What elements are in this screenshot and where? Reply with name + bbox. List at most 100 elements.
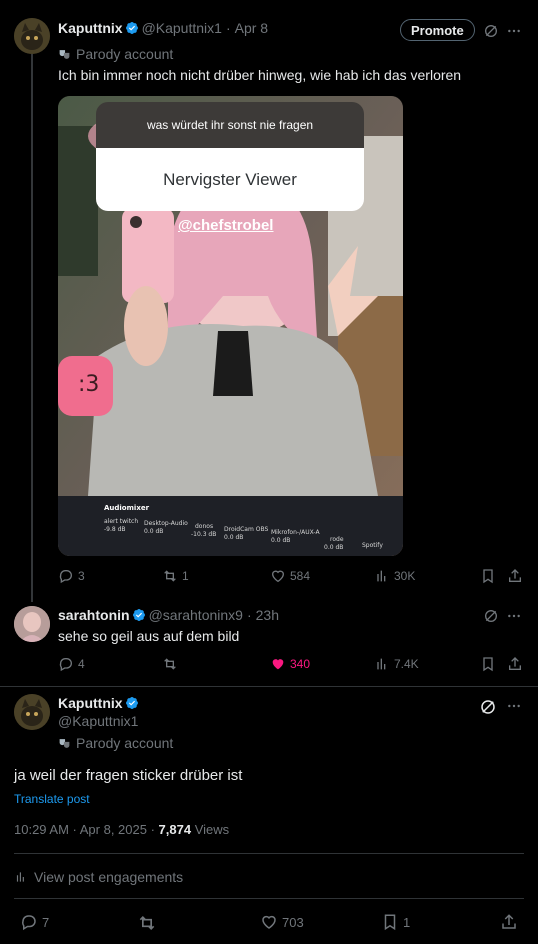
repost-button[interactable] [162, 656, 178, 672]
thread-connector [31, 54, 33, 602]
repost-button[interactable]: 1 [162, 568, 189, 584]
repost-icon [164, 658, 176, 670]
avatar[interactable] [14, 694, 50, 730]
share-icon[interactable] [507, 568, 523, 584]
bookmark-icon [384, 914, 396, 931]
post-meta: 10:29 AM · Apr 8, 2025 · 7,874 Views [14, 822, 229, 837]
handle[interactable]: @sarahtoninx9 [149, 607, 243, 623]
post-text: ja weil der fragen sticker drüber ist [14, 767, 243, 784]
display-name[interactable]: Kaputtnix [58, 695, 123, 711]
reply-icon [59, 570, 72, 584]
mixer-level: -10.3 dB [191, 531, 217, 538]
more-options-icon[interactable] [506, 698, 522, 714]
cat-avatar-icon [14, 694, 50, 730]
bookmark-icon[interactable] [480, 656, 496, 672]
verified-badge-icon [125, 697, 138, 709]
like-button[interactable]: 340 [270, 656, 310, 672]
heart-icon [271, 570, 285, 583]
separator: · [246, 607, 252, 623]
views-count: 7,874 [158, 822, 192, 837]
analytics-icon [16, 872, 24, 882]
view-count: 7.4K [394, 657, 419, 671]
post-datetime[interactable]: 10:29 AM · Apr 8, 2025 · [14, 822, 159, 837]
post-image[interactable]: :3 was würdet ihr sonst nie fragen Nervi… [58, 96, 403, 556]
share-icon[interactable] [507, 656, 523, 672]
heart-filled-icon [272, 659, 284, 670]
divider [14, 898, 524, 899]
theater-masks-icon [59, 49, 70, 59]
bookmark-button[interactable]: 1 [381, 913, 410, 931]
translate-link[interactable]: Translate post [14, 792, 90, 806]
svg-text::3: :3 [78, 372, 99, 397]
reply-icon [59, 658, 72, 672]
parody-label: Parody account [76, 46, 174, 62]
reply-icon [22, 915, 36, 931]
analytics-icon [377, 658, 386, 670]
timestamp[interactable]: 23h [256, 607, 279, 623]
parody-label: Parody account [76, 735, 174, 751]
mixer-level: 0.0 dB [271, 537, 291, 544]
share-icon[interactable] [500, 913, 518, 931]
engagements-label: View post engagements [34, 869, 184, 885]
mixer-level: 0.0 dB [224, 534, 244, 541]
bookmark-icon[interactable] [480, 568, 496, 584]
user-avatar-icon [14, 606, 50, 642]
post3-name-row: Kaputtnix [58, 695, 142, 711]
timestamp[interactable]: Apr 8 [235, 20, 268, 36]
mention-tag: @chefstrobel [178, 217, 274, 234]
promote-button[interactable]: Promote [400, 19, 475, 41]
divider [14, 853, 524, 854]
views-button[interactable]: 30K [374, 568, 415, 584]
repost-icon [164, 570, 176, 582]
post-text: Ich bin immer noch nicht drüber hinweg, … [58, 67, 462, 83]
reply-button[interactable]: 4 [58, 656, 85, 672]
like-count: 703 [282, 914, 304, 930]
audio-mixer: Audiomixer alert twitch -9.8 dB Desktop-… [58, 500, 403, 556]
like-count: 340 [290, 657, 311, 671]
handle[interactable]: @Kaputtnix1 [142, 20, 222, 36]
question-sticker: was würdet ihr sonst nie fragen Nervigst… [96, 102, 364, 211]
reply-count: 3 [78, 569, 85, 583]
view-count: 30K [394, 569, 416, 583]
mixer-level: 0.0 dB [324, 544, 344, 551]
mixer-channel: Spotify [362, 542, 383, 549]
analytics-icon [377, 570, 386, 582]
parody-label-row: Parody account [58, 735, 173, 751]
like-button[interactable]: 584 [270, 568, 310, 584]
heart-icon [262, 915, 276, 929]
post2-header: sarahtonin @sarahtoninx9 · 23h [58, 607, 279, 623]
cat-avatar-icon [14, 18, 50, 54]
handle[interactable]: @Kaputtnix1 [58, 713, 138, 729]
avatar[interactable] [14, 606, 50, 642]
mixer-channel: Desktop-Audio [144, 520, 188, 527]
sticker-answer: Nervigster Viewer [96, 148, 364, 211]
more-options-icon[interactable] [506, 608, 522, 624]
mixer-level: -9.8 dB [104, 526, 126, 533]
bookmark-count: 1 [403, 914, 411, 930]
grok-icon[interactable] [483, 608, 499, 624]
display-name[interactable]: Kaputtnix [58, 20, 123, 36]
grok-icon[interactable] [483, 23, 499, 39]
repost-count: 1 [182, 569, 189, 583]
reply-button[interactable]: 7 [20, 913, 49, 931]
separator: · [225, 20, 231, 36]
reply-button[interactable]: 3 [58, 568, 85, 584]
sticker-question: was würdet ihr sonst nie fragen [96, 102, 364, 148]
repost-icon [139, 915, 155, 931]
mixer-channel: alert twitch [104, 518, 139, 525]
verified-badge-icon [132, 609, 145, 621]
display-name[interactable]: sarahtonin [58, 607, 130, 623]
more-options-icon[interactable] [506, 23, 522, 39]
avatar[interactable] [14, 18, 50, 54]
repost-button[interactable] [137, 913, 157, 933]
reply-count: 4 [78, 657, 85, 671]
grok-icon[interactable] [479, 698, 497, 716]
like-button[interactable]: 703 [260, 913, 304, 931]
verified-badge-icon [125, 22, 138, 34]
views-button[interactable]: 7.4K [374, 656, 419, 672]
like-count: 584 [290, 569, 311, 583]
mixer-channel: Mikrofon-/AUX-A [271, 529, 320, 536]
post1-header: Kaputtnix @Kaputtnix1 · Apr 8 [58, 20, 268, 36]
engagements-link[interactable]: View post engagements [14, 869, 183, 885]
parody-label-row: Parody account [58, 46, 173, 62]
